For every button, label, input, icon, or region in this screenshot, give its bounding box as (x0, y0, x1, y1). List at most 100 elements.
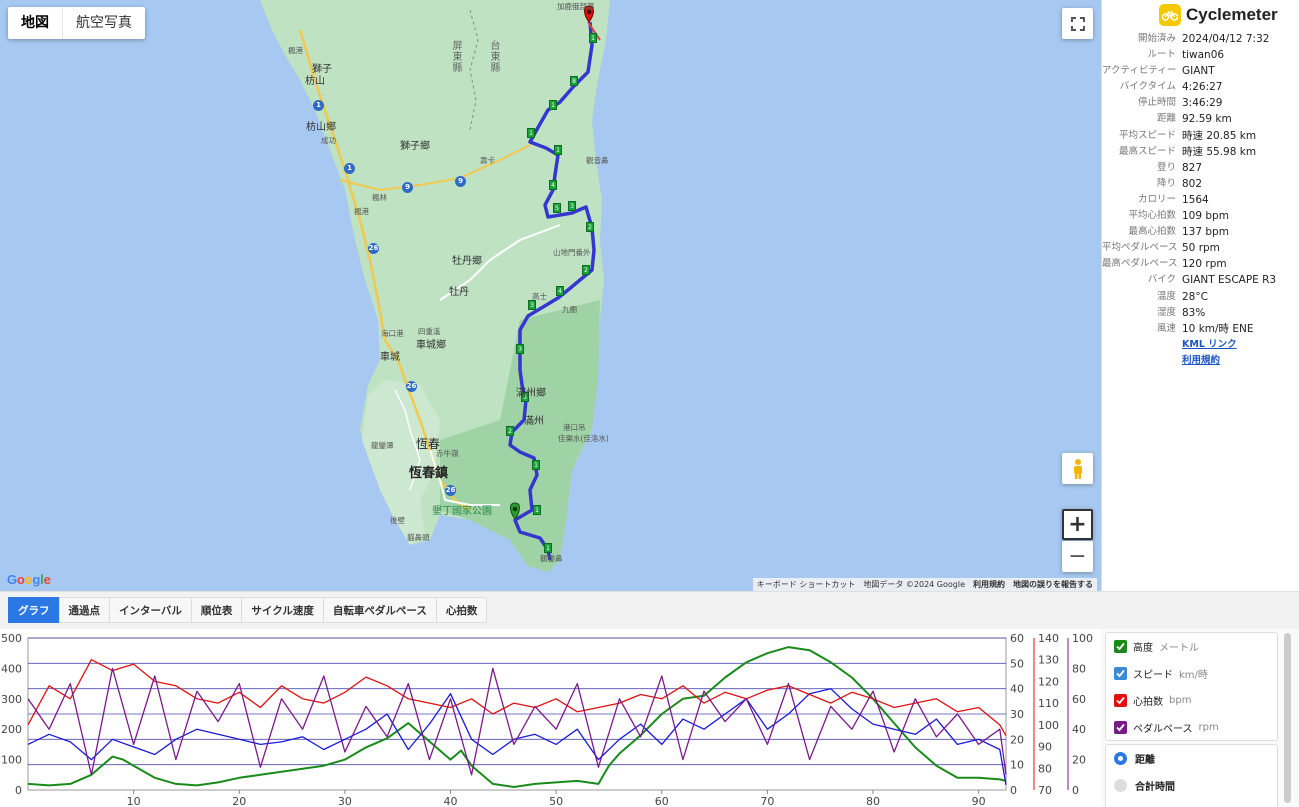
map-label: 海口港 (381, 329, 404, 338)
x-axis-options: 距離 合計時間 (1105, 744, 1278, 807)
zoom-out-button[interactable]: − (1062, 541, 1093, 572)
y-tick-heart-rate: 70 (1038, 784, 1052, 797)
brand-name: Cyclemeter (1186, 5, 1278, 24)
map-label: 鵝鑾鼻 (540, 554, 563, 563)
stat-row: 最高スピード 時速 55.98 km (1102, 144, 1299, 160)
stat-label: 停止時間 (1137, 97, 1176, 109)
stat-value: 92.59 km (1182, 113, 1232, 126)
keyboard-shortcuts-link[interactable]: キーボード ショートカット (753, 578, 860, 591)
km-marker: 2 (506, 426, 514, 436)
map-attribution: キーボード ショートカット 地図データ ©2024 Google 利用規約 地図… (752, 578, 1097, 591)
kml-link[interactable]: KML リンク (1182, 337, 1294, 353)
x-tick-label: 50 (549, 795, 563, 807)
tab-bar: グラフ 通過点 インターバル 順位表 サイクル速度 自転車ペダルペース 心拍数 (0, 591, 1299, 629)
x-axis-distance-option[interactable]: 距離 (1106, 745, 1277, 772)
map-label: 滿州鄉 (516, 388, 546, 399)
stat-value: 時速 55.98 km (1182, 145, 1257, 158)
stat-row: 湿度 83% (1102, 305, 1299, 321)
highway-shield: 26 (406, 381, 417, 392)
series-toggle[interactable]: ペダルペース rpm (1106, 714, 1277, 741)
km-marker: 1 (544, 543, 552, 553)
map-terms-link[interactable]: 利用規約 (969, 578, 1009, 591)
map-label: 赤牛嶺 (436, 449, 459, 458)
series-toggle[interactable]: スピード km/時 (1106, 660, 1277, 687)
y-tick-heart-rate: 120 (1038, 675, 1059, 688)
y-tick-speed: 50 (1010, 657, 1024, 670)
tab-5[interactable]: 自転車ペダルペース (322, 597, 437, 623)
series-name: ペダルペース (1133, 724, 1193, 735)
stat-label: 平均スピード (1118, 129, 1176, 141)
y-tick-heart-rate: 110 (1038, 697, 1059, 710)
ride-graph[interactable]: 0 100 200 300 400 500 0 10 20 30 40 50 60 70 80 90 100 11… (0, 629, 1101, 807)
km-marker: 1 (554, 145, 562, 155)
stat-label: バイクタイム (1119, 81, 1176, 93)
map-label: 牡丹鄉 (452, 256, 482, 267)
stat-label: 開始済み (1137, 33, 1176, 44)
y-tick-cadence: 40 (1072, 723, 1086, 736)
series-unit: bpm (1169, 695, 1192, 706)
highway-shield: 9 (455, 176, 466, 187)
map-label: 加鹿俄部落 (557, 2, 595, 11)
y-tick-speed: 20 (1010, 733, 1024, 746)
series-unit: km/時 (1179, 670, 1208, 681)
graph-legend: 高度 メートル スピード km/時 心拍数 bpm ペダルペース rpm 距離 合計時間 (1101, 629, 1299, 807)
y-tick-cadence: 0 (1072, 784, 1079, 797)
x-tick-label: 20 (232, 795, 246, 807)
series-name: 高度 (1133, 643, 1153, 654)
y-tick-altitude: 300 (1, 693, 22, 706)
zoom-in-button[interactable]: + (1062, 509, 1093, 540)
series-toggle[interactable]: 心拍数 bpm (1106, 687, 1277, 714)
x-tick-label: 30 (338, 795, 352, 807)
tab-4[interactable]: サイクル速度 (241, 597, 324, 623)
map-view[interactable]: 1 8 1 1 1 4 5 3 2 2 4 3 3 3 2 1 1 1 1 1 … (0, 0, 1101, 591)
map-type-satellite-button[interactable]: 航空写真 (62, 7, 145, 39)
street-view-button[interactable] (1062, 453, 1093, 484)
stat-value: GIANT (1182, 65, 1215, 78)
stat-value: 3:46:29 (1182, 97, 1223, 110)
checkbox-checked-icon (1114, 640, 1127, 653)
stat-label: ルート (1147, 49, 1176, 61)
fullscreen-button[interactable] (1062, 8, 1093, 39)
report-error-link[interactable]: 地図の誤りを報告する (1009, 578, 1097, 591)
stat-label: 最高スピード (1118, 145, 1176, 157)
x-tick-label: 70 (760, 795, 774, 807)
tab-3[interactable]: 順位表 (190, 597, 243, 623)
x-axis-total-time-option[interactable]: 合計時間 (1106, 772, 1277, 799)
stat-value: 1564 (1182, 193, 1209, 206)
tab-2[interactable]: インターバル (109, 597, 192, 623)
stat-row: ルート tiwan06 (1102, 47, 1299, 63)
y-tick-speed: 0 (1010, 784, 1017, 797)
pegman-icon (1073, 458, 1082, 479)
tab-1[interactable]: 通過点 (58, 597, 110, 623)
x-tick-label: 60 (655, 795, 669, 807)
tab-6[interactable]: 心拍数 (435, 597, 488, 623)
map-label: 車城鄉 (416, 340, 446, 351)
stat-value: tiwan06 (1182, 49, 1225, 62)
stat-value: 120 rpm (1182, 258, 1227, 271)
minus-icon: − (1068, 544, 1087, 569)
y-tick-heart-rate: 130 (1038, 654, 1059, 667)
map-label: 九棚 (562, 305, 577, 314)
terms-link[interactable]: 利用規約 (1182, 353, 1294, 369)
stat-row: 平均スピード 時速 20.85 km (1102, 128, 1299, 144)
stat-row: 登り 827 (1102, 160, 1299, 176)
ride-stats: 開始済み 2024/04/12 7:32 ルート tiwan06 アクティビティー GIA… (1102, 31, 1299, 369)
map-label: 佳樂水(佳洛水) (558, 434, 609, 443)
map-label: 枋山鄉 (306, 122, 336, 133)
y-tick-cadence: 80 (1072, 662, 1086, 675)
series-toggle[interactable]: 高度 メートル (1106, 633, 1277, 660)
stat-row: 平均ペダルペース 50 rpm (1102, 240, 1299, 256)
checkbox-checked-icon (1114, 721, 1127, 734)
y-tick-cadence: 60 (1072, 693, 1086, 706)
map-label: 觀音鼻 (586, 156, 609, 165)
y-tick-cadence: 20 (1072, 754, 1086, 767)
map-label: 台東縣 (488, 40, 499, 73)
stat-value: 10 km/時 ENE (1182, 322, 1254, 335)
stat-row: 風速 10 km/時 ENE (1102, 321, 1299, 337)
tab-0[interactable]: グラフ (8, 597, 60, 623)
map-type-map-button[interactable]: 地図 (8, 7, 62, 39)
map-label: 枋山 (305, 76, 325, 87)
y-tick-heart-rate: 90 (1038, 741, 1052, 754)
legend-scrollbar[interactable] (1284, 633, 1291, 803)
stat-label: 登り (1156, 161, 1176, 173)
